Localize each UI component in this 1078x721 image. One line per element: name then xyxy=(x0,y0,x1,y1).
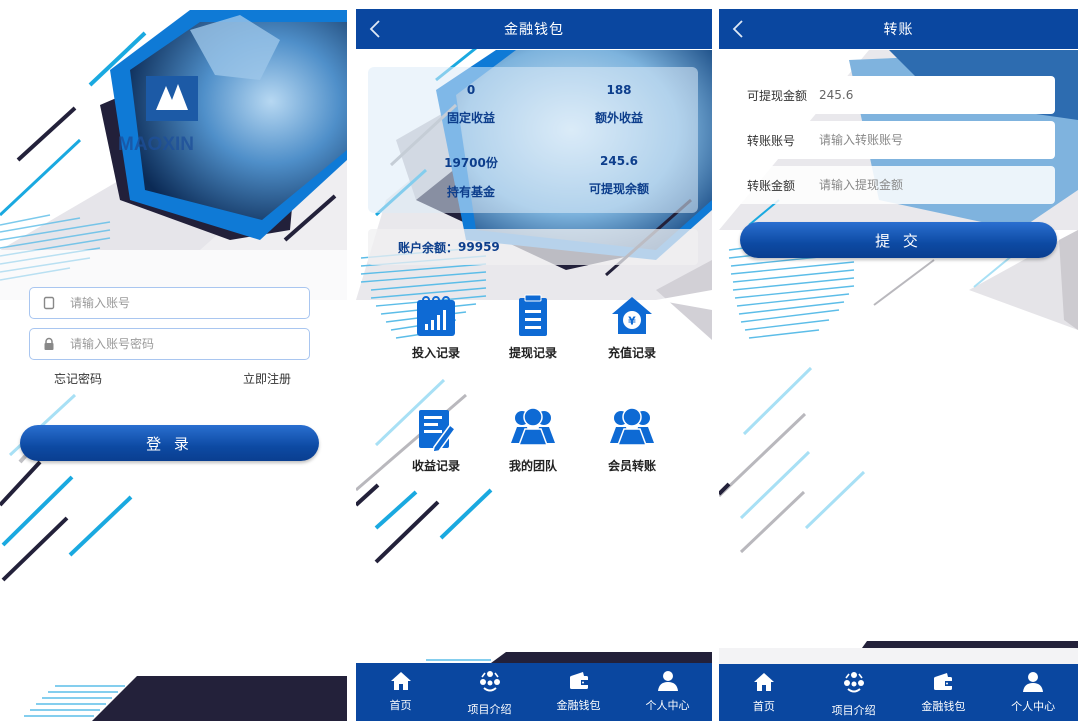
background-decoration: MAOXIN xyxy=(0,10,347,721)
stat-value: 245.6 xyxy=(600,154,638,168)
nav-home[interactable]: 首页 xyxy=(356,663,445,721)
field-label: 转账金额 xyxy=(747,178,796,193)
stat-label: 持有基金 xyxy=(446,185,495,199)
nav-label: 首页 xyxy=(752,700,775,713)
action-label: 我的团队 xyxy=(508,459,557,473)
back-button[interactable] xyxy=(727,15,751,43)
network-icon xyxy=(479,671,500,692)
bottom-nav: 首页 项目介绍 金融钱包 个人中心 xyxy=(719,664,1078,721)
nav-profile[interactable]: 个人中心 xyxy=(988,664,1078,721)
home-icon xyxy=(753,673,774,691)
chart-calendar-icon xyxy=(417,296,455,336)
stat-label: 可提现余额 xyxy=(588,182,649,196)
action-member-transfer[interactable]: 会员转账 xyxy=(582,407,682,474)
withdrawable-amount-value: 245.6 xyxy=(819,88,854,102)
nav-label: 项目介绍 xyxy=(831,704,876,717)
stat-value: 19700份 xyxy=(444,156,498,170)
user-icon xyxy=(1023,672,1044,692)
balance-label: 账户余额： xyxy=(398,240,459,255)
register-link[interactable]: 立即注册 xyxy=(243,370,291,387)
nav-profile[interactable]: 个人中心 xyxy=(623,663,712,721)
action-recharge-records[interactable]: ¥ 充值记录 xyxy=(582,294,682,361)
nav-home[interactable]: 首页 xyxy=(719,664,809,721)
transfer-amount-input[interactable] xyxy=(819,178,1019,192)
stat-extra-income: 188 额外收益 xyxy=(544,83,694,126)
house-yen-icon: ¥ xyxy=(612,297,652,334)
transfer-account-input[interactable] xyxy=(819,133,1019,147)
action-withdrawal-records[interactable]: 提现记录 xyxy=(483,294,583,361)
bottom-nav: 首页 项目介绍 金融钱包 个人中心 xyxy=(356,663,712,721)
field-label: 转账账号 xyxy=(747,133,796,148)
clipboard-icon xyxy=(519,294,547,336)
action-label: 投入记录 xyxy=(411,346,460,360)
nav-label: 个人中心 xyxy=(1011,700,1056,713)
balance-value: 99959 xyxy=(458,240,500,254)
login-button[interactable]: 登 录 xyxy=(20,425,319,461)
field-label: 可提现金额 xyxy=(747,88,808,103)
action-label: 充值记录 xyxy=(607,346,656,360)
account-field[interactable] xyxy=(29,287,310,319)
action-my-team[interactable]: 我的团队 xyxy=(483,407,583,474)
transfer-account-row: 转账账号 xyxy=(737,121,1055,159)
action-income-records[interactable]: 收益记录 xyxy=(386,407,486,474)
stat-value: 188 xyxy=(606,83,632,97)
svg-text:¥: ¥ xyxy=(628,315,636,328)
password-input[interactable] xyxy=(70,337,290,351)
nav-project-intro[interactable]: 项目介绍 xyxy=(809,664,899,721)
page-title: 转账 xyxy=(883,22,914,38)
submit-button[interactable]: 提 交 xyxy=(740,222,1057,258)
nav-label: 首页 xyxy=(389,699,412,712)
nav-label: 个人中心 xyxy=(645,699,690,712)
nav-wallet[interactable]: 金融钱包 xyxy=(899,664,989,721)
user-icon xyxy=(657,671,678,691)
nav-wallet[interactable]: 金融钱包 xyxy=(534,663,623,721)
stat-value: 0 xyxy=(466,83,476,97)
team-icon xyxy=(511,407,555,446)
wallet-header: 金融钱包 xyxy=(356,9,712,49)
transfer-header: 转账 xyxy=(719,9,1078,49)
account-balance: 账户余额： 99959 xyxy=(368,229,698,265)
home-icon xyxy=(390,672,411,690)
logo-text: MAOXIN xyxy=(118,134,194,155)
withdrawable-amount-row: 可提现金额 245.6 xyxy=(737,76,1055,114)
wallet-screen: 金融钱包 0 固定收益 188 额外收益 19700份 持有基金 245.6 可… xyxy=(356,0,712,721)
wallet-stats-card: 0 固定收益 188 额外收益 19700份 持有基金 245.6 可提现余额 xyxy=(368,67,698,213)
stat-label: 固定收益 xyxy=(446,111,495,125)
nav-project-intro[interactable]: 项目介绍 xyxy=(445,663,534,721)
transfer-screen: 转账 可提现金额 245.6 转账账号 转账金额 提 交 首页 项目介绍 xyxy=(719,0,1078,721)
password-field[interactable] xyxy=(29,328,310,360)
team-icon xyxy=(610,407,654,446)
login-screen: MAOXIN 请输入账号 忘记密码 立即注册 登 录 xyxy=(0,0,347,721)
stat-withdrawable: 245.6 可提现余额 xyxy=(544,154,694,197)
action-investment-records[interactable]: 投入记录 xyxy=(386,294,486,361)
lock-icon xyxy=(44,337,54,350)
wallet-icon xyxy=(934,673,953,690)
stat-held-funds: 19700份 持有基金 xyxy=(396,154,546,200)
transfer-amount-row: 转账金额 xyxy=(737,166,1055,204)
network-icon xyxy=(843,672,864,693)
back-button[interactable] xyxy=(364,15,388,43)
forgot-password-link[interactable]: 忘记密码 xyxy=(54,370,102,387)
nav-label: 项目介绍 xyxy=(467,703,512,716)
action-label: 提现记录 xyxy=(508,346,557,360)
page-title: 金融钱包 xyxy=(504,22,564,38)
wallet-icon xyxy=(569,672,588,689)
stat-fixed-income: 0 固定收益 xyxy=(396,83,546,126)
stat-label: 额外收益 xyxy=(594,111,643,125)
action-label: 收益记录 xyxy=(411,459,460,473)
action-label: 会员转账 xyxy=(607,459,656,473)
edit-document-icon xyxy=(419,410,457,451)
nav-label: 金融钱包 xyxy=(921,700,966,713)
nav-label: 金融钱包 xyxy=(556,699,601,712)
phone-icon xyxy=(43,296,55,310)
logo-mark xyxy=(146,76,198,121)
account-input[interactable] xyxy=(70,296,290,310)
